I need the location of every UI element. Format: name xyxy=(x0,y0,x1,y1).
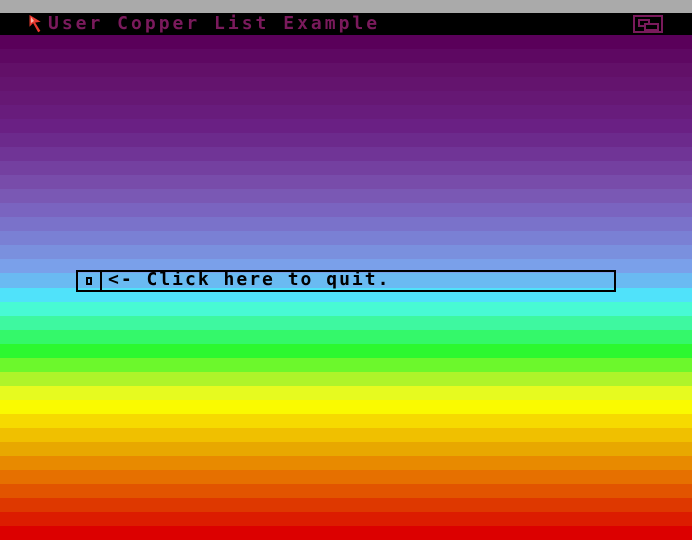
copper-color-stripe xyxy=(0,91,692,105)
copper-color-stripe xyxy=(0,217,692,231)
copper-color-stripe xyxy=(0,231,692,245)
copper-color-stripe xyxy=(0,330,692,344)
copper-color-stripe xyxy=(0,161,692,175)
copper-color-stripe xyxy=(0,358,692,372)
copper-color-stripe xyxy=(0,77,692,91)
copper-color-stripe xyxy=(0,442,692,456)
close-box-inner xyxy=(86,277,92,285)
copper-color-stripe xyxy=(0,470,692,484)
copper-color-stripe xyxy=(0,316,692,330)
copper-color-stripe xyxy=(0,344,692,358)
copper-color-stripe xyxy=(0,372,692,386)
copper-color-stripe xyxy=(0,400,692,414)
copper-color-stripe xyxy=(0,147,692,161)
copper-color-stripe xyxy=(0,63,692,77)
copper-color-stripe xyxy=(0,512,692,526)
copper-color-stripe xyxy=(0,189,692,203)
copper-color-stripe xyxy=(0,119,692,133)
copper-color-stripe xyxy=(0,105,692,119)
copper-color-stripe xyxy=(0,245,692,259)
copper-color-stripe xyxy=(0,526,692,540)
copper-color-stripe xyxy=(0,35,692,49)
copper-color-stripe xyxy=(0,456,692,470)
quit-gadget-label: <- Click here to quit. xyxy=(108,269,391,290)
copper-color-stripe xyxy=(0,133,692,147)
depth-arrange-icon[interactable] xyxy=(633,15,663,33)
window-title: User Copper List Example xyxy=(48,13,381,34)
screen-drag-bar[interactable] xyxy=(0,0,692,13)
copper-color-stripe xyxy=(0,49,692,63)
copper-color-stripe xyxy=(0,498,692,512)
copper-color-stripe xyxy=(0,302,692,316)
copper-color-stripe xyxy=(0,203,692,217)
copper-color-stripe xyxy=(0,175,692,189)
copper-color-stripe xyxy=(0,484,692,498)
copper-color-stripe xyxy=(0,386,692,400)
mouse-pointer-icon xyxy=(29,14,44,34)
close-box-icon[interactable] xyxy=(76,270,102,292)
copper-color-stripe xyxy=(0,428,692,442)
depth-front-window-icon xyxy=(644,23,659,31)
copper-color-stripe xyxy=(0,414,692,428)
